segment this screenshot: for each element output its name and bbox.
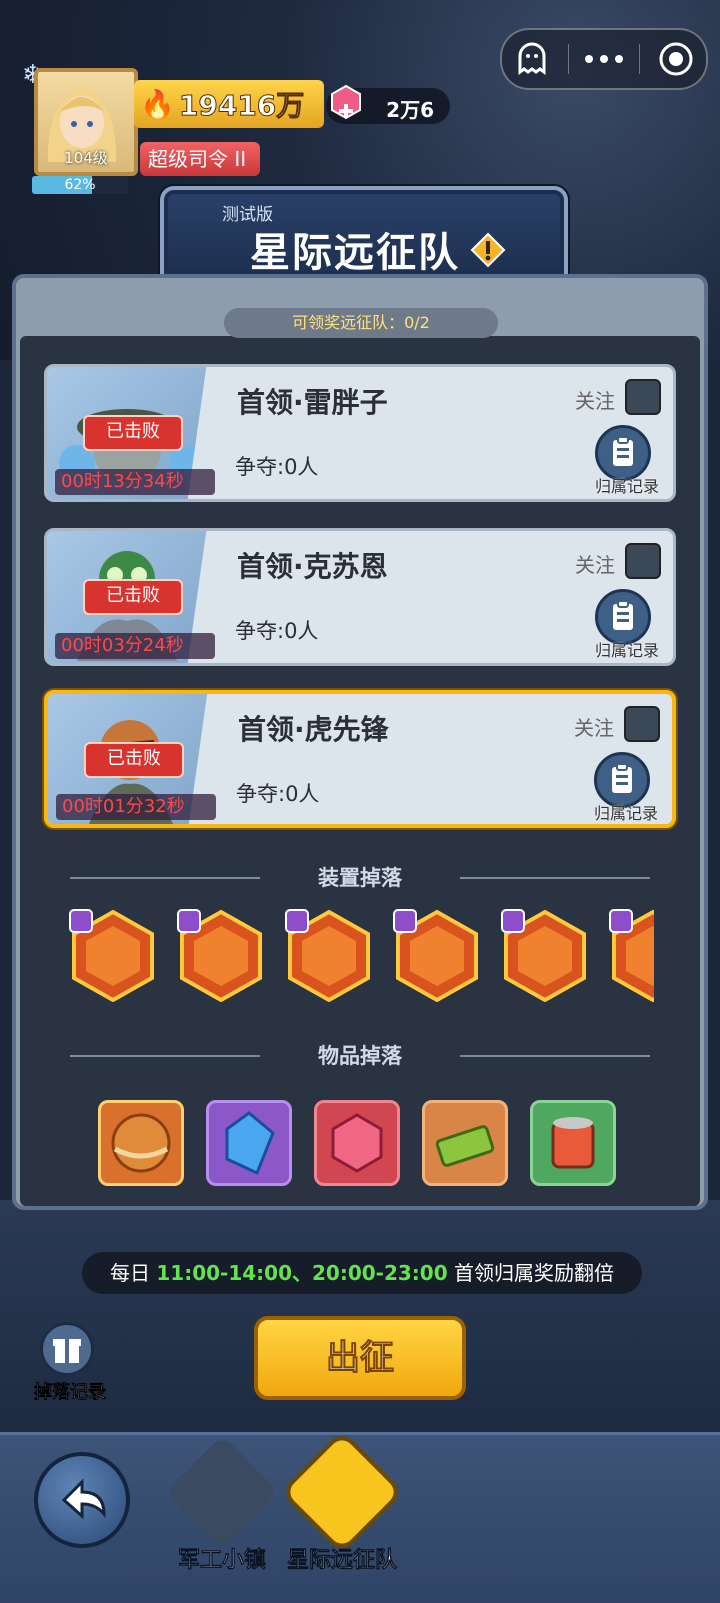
crystal-icon: [225, 1111, 275, 1176]
record-label: 归属记录: [594, 477, 659, 496]
equipment-badge-icon: [501, 909, 586, 1003]
nav-town-label: 军工小镇: [177, 1548, 267, 1574]
fire-icon: 🔥: [140, 87, 175, 121]
clipboard-icon: [613, 436, 633, 466]
equipment-badge-icon: [393, 909, 478, 1003]
rank-title[interactable]: 超级司令 II: [140, 142, 260, 176]
item-drops-heading: 物品掉落: [50, 1040, 670, 1070]
boss-name: 首领·雷胖子: [237, 386, 388, 419]
orb-icon: [111, 1113, 171, 1173]
go-expedition-button[interactable]: 出征: [254, 1316, 466, 1400]
defeated-badge: 已击败: [83, 579, 183, 615]
more-icon[interactable]: [579, 34, 629, 84]
item-drop-cash[interactable]: [422, 1100, 508, 1186]
respawn-timer: 00时01分32秒: [56, 794, 216, 820]
equipment-drop-item[interactable]: [174, 908, 268, 1003]
contest-count: 争夺:0人: [235, 619, 319, 643]
respawn-timer: 00时03分24秒: [55, 633, 215, 659]
contest-count: 争夺:0人: [236, 782, 320, 806]
town-icon: [165, 1435, 279, 1549]
item-drop-can[interactable]: [530, 1100, 616, 1186]
equipment-badge-icon: [609, 909, 654, 1002]
gem-value: 2万6: [386, 98, 434, 122]
nav-expedition[interactable]: 星际远征队: [282, 1435, 402, 1573]
equipment-badge-icon: [285, 909, 370, 1003]
drop-record-button[interactable]: 掉落记录: [28, 1322, 106, 1403]
boss-card-selected[interactable]: 已击败 00时01分32秒 首领·虎先锋 争夺:0人 关注 归属记录: [44, 690, 676, 828]
equipment-drop-item[interactable]: [66, 908, 160, 1003]
follow-label: 关注: [574, 716, 614, 740]
gem-icon: [331, 1113, 383, 1173]
follow-label: 关注: [575, 553, 615, 577]
boss-card[interactable]: 已击败 00时03分24秒 首领·克苏恩 争夺:0人 关注 归属记录: [44, 528, 676, 666]
double-reward-notice: 每日 11:00-14:00、20:00-23:00 首领归属奖励翻倍: [82, 1252, 642, 1294]
food-can-icon: [551, 1117, 595, 1169]
nav-expedition-label: 星际远征队: [286, 1548, 398, 1574]
equipment-drop-item[interactable]: [390, 908, 484, 1003]
equipment-drop-item[interactable]: [498, 908, 592, 1003]
follow-checkbox[interactable]: [625, 379, 661, 415]
reward-times: 11:00-14:00、20:00-23:00: [156, 1261, 448, 1285]
defeated-badge: 已击败: [83, 415, 183, 451]
close-target-icon[interactable]: [651, 34, 701, 84]
boss-name: 首领·克苏恩: [237, 550, 388, 583]
miniprogram-capsule: [500, 28, 708, 90]
clipboard-icon: [612, 763, 632, 793]
combat-power-value: 19416万: [178, 89, 305, 123]
equipment-drop-item[interactable]: [282, 908, 376, 1003]
item-drop-gem[interactable]: [314, 1100, 400, 1186]
gem-plus-icon: [331, 84, 361, 120]
gift-icon: [53, 1339, 81, 1363]
equipment-badge-icon: [177, 909, 262, 1003]
clipboard-icon: [613, 600, 633, 630]
boss-name: 首领·虎先锋: [238, 713, 389, 746]
back-button[interactable]: [34, 1452, 130, 1548]
exp-bar: 62%: [32, 176, 128, 194]
equipment-badge-icon: [69, 909, 154, 1003]
back-arrow-icon: [61, 1478, 106, 1520]
boss-portrait: 已击败 00时01分32秒: [48, 694, 268, 824]
defeated-badge: 已击败: [84, 742, 184, 778]
player-avatar[interactable]: 104级: [34, 68, 138, 176]
gem-counter[interactable]: 2万6: [326, 84, 450, 124]
cash-stack-icon: [435, 1125, 495, 1167]
exp-percent: 62%: [64, 177, 96, 193]
page-title: 星际远征队: [250, 230, 460, 276]
boss-portrait: 已击败 00时13分34秒: [47, 367, 267, 499]
player-level: 104级: [64, 149, 108, 167]
boss-card[interactable]: 已击败 00时13分34秒 首领·雷胖子 争夺:0人 关注 归属记录: [44, 364, 676, 502]
drop-record-label: 掉落记录: [34, 1382, 107, 1404]
contest-count: 争夺:0人: [235, 455, 319, 479]
item-drop-orb[interactable]: [98, 1100, 184, 1186]
follow-checkbox[interactable]: [625, 543, 661, 579]
ghost-icon[interactable]: [507, 34, 557, 84]
demon-icon: [285, 1435, 399, 1549]
record-label: 归属记录: [593, 804, 658, 823]
boss-portrait: 已击败 00时03分24秒: [47, 531, 267, 663]
equipment-drops-heading: 装置掉落: [50, 862, 670, 892]
follow-label: 关注: [575, 389, 615, 413]
claimable-counter: 可领奖远征队：0/2: [224, 308, 498, 338]
info-icon[interactable]: [470, 232, 506, 268]
combat-power: 🔥 19416万: [134, 80, 324, 128]
record-label: 归属记录: [594, 641, 659, 660]
follow-checkbox[interactable]: [624, 706, 660, 742]
equipment-drop-item[interactable]: [606, 908, 654, 1002]
respawn-timer: 00时13分34秒: [55, 469, 215, 495]
item-drop-crystal[interactable]: [206, 1100, 292, 1186]
nav-town[interactable]: 军工小镇: [162, 1435, 282, 1573]
